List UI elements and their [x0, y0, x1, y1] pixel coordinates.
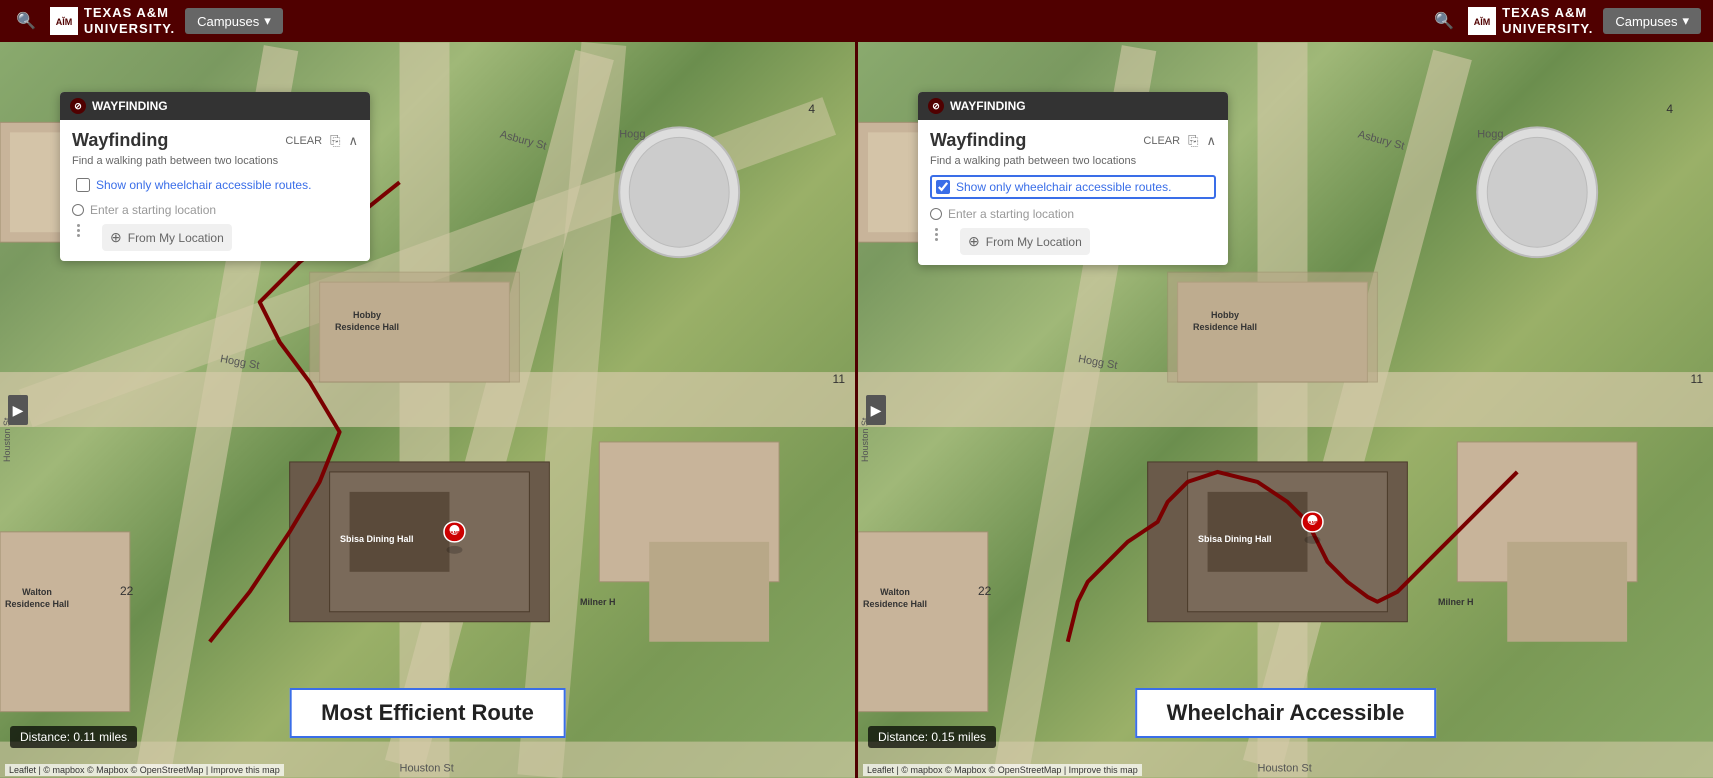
right-map-number-4: 4 — [1666, 102, 1673, 116]
right-map-number-11: 11 — [1691, 372, 1703, 386]
right-walton-label: WaltonResidence Hall — [863, 587, 927, 610]
left-wayfinding-badge: WAYFINDING — [92, 99, 168, 113]
left-from-location[interactable]: ⊕ From My Location — [102, 224, 232, 251]
logo-right: AῘM TEXAS A&M UNIVERSITY. — [1468, 5, 1593, 36]
right-wf-title: Wayfinding — [930, 130, 1026, 151]
right-distance-bar: Distance: 0.15 miles — [868, 726, 996, 748]
right-checkbox-label[interactable]: Show only wheelchair accessible routes. — [956, 180, 1171, 194]
left-wf-subtitle: Find a walking path between two location… — [72, 155, 358, 167]
tamu-text-left: TEXAS A&M UNIVERSITY. — [84, 5, 175, 36]
left-sbisa-label: Sbisa Dining Hall — [340, 534, 414, 544]
left-attribution-text: Leaflet | © mapbox © Mapbox © OpenStreet… — [9, 765, 280, 775]
right-attribution-text: Leaflet | © mapbox © Mapbox © OpenStreet… — [867, 765, 1138, 775]
maps-container: TAMU Asbury St Hogg St Hogg Houston St H… — [0, 42, 1713, 778]
campuses-button-left[interactable]: Campuses ▾ — [185, 8, 283, 34]
left-clear-button[interactable]: CLEAR — [285, 135, 322, 147]
svg-text:AῘM: AῘM — [1474, 17, 1491, 27]
right-map-nav-arrow[interactable]: ▶ — [866, 395, 886, 425]
right-checkbox-row: Show only wheelchair accessible routes. — [930, 175, 1216, 199]
right-milner-label: Milner H — [1438, 597, 1474, 607]
left-wheelchair-checkbox[interactable] — [76, 178, 90, 192]
left-wf-dots — [77, 224, 80, 237]
left-map-nav-arrow[interactable]: ▶ — [8, 395, 28, 425]
right-nav-icon: ⊘ — [928, 98, 944, 114]
campuses-button-right[interactable]: Campuses ▾ — [1603, 8, 1701, 34]
left-caption-text: Most Efficient Route — [321, 700, 534, 725]
left-title-row: Wayfinding CLEAR ⎘ ∧ — [72, 130, 358, 151]
right-title-row: Wayfinding CLEAR ⎘ ∧ — [930, 130, 1216, 151]
tamu-text-right: TEXAS A&M UNIVERSITY. — [1502, 5, 1593, 36]
search-button-left[interactable]: 🔍 — [12, 7, 40, 35]
right-hobby-label: HobbyResidence Hall — [1193, 310, 1257, 333]
right-wf-dots — [935, 228, 938, 241]
logo-left: AῘM TEXAS A&M UNIVERSITY. — [50, 5, 175, 36]
left-caption-box: Most Efficient Route — [289, 688, 566, 738]
right-attribution: Leaflet | © mapbox © Mapbox © OpenStreet… — [863, 764, 1142, 776]
left-walton-label: WaltonResidence Hall — [5, 587, 69, 610]
left-map-number-4: 4 — [808, 102, 815, 116]
right-wayfinding-panel: ⊘ WAYFINDING Wayfinding CLEAR ⎘ ∧ Find a… — [918, 92, 1228, 265]
left-collapse-icon[interactable]: ∧ — [348, 133, 358, 149]
right-wheelchair-checkbox[interactable] — [936, 180, 950, 194]
right-clear-button[interactable]: CLEAR — [1143, 135, 1180, 147]
right-wayfinding-header: ⊘ WAYFINDING — [918, 92, 1228, 120]
right-from-location[interactable]: ⊕ From My Location — [960, 228, 1090, 255]
top-navigation-bar: 🔍 AῘM TEXAS A&M UNIVERSITY. Campuses ▾ 🔍… — [0, 0, 1713, 42]
right-distance-text: Distance: 0.15 miles — [878, 730, 986, 744]
right-wayfinding-badge: WAYFINDING — [950, 99, 1026, 113]
left-map-number-22: 22 — [120, 584, 133, 598]
search-button-right[interactable]: 🔍 — [1430, 7, 1458, 35]
left-location-inputs: Enter a starting location ⊕ From My Loca… — [72, 203, 358, 251]
left-attribution: Leaflet | © mapbox © Mapbox © OpenStreet… — [5, 764, 284, 776]
left-wf-title: Wayfinding — [72, 130, 168, 151]
left-map-panel[interactable]: TAMU Asbury St Hogg St Hogg Houston St H… — [0, 42, 855, 778]
right-location-inputs: Enter a starting location ⊕ From My Loca… — [930, 207, 1216, 255]
left-location-radio[interactable] — [72, 204, 84, 216]
right-collapse-icon[interactable]: ∧ — [1206, 133, 1216, 149]
left-checkbox-label[interactable]: Show only wheelchair accessible routes. — [96, 178, 311, 192]
left-location-pin-icon: ⊕ — [110, 229, 122, 246]
left-wf-controls: CLEAR ⎘ ∧ — [285, 133, 358, 149]
left-distance-bar: Distance: 0.11 miles — [10, 726, 137, 748]
right-wf-subtitle: Find a walking path between two location… — [930, 155, 1216, 167]
right-wayfinding-body: Wayfinding CLEAR ⎘ ∧ Find a walking path… — [918, 120, 1228, 265]
left-distance-text: Distance: 0.11 miles — [20, 730, 127, 744]
right-caption-box: Wheelchair Accessible — [1135, 688, 1437, 738]
right-map-panel[interactable]: TAMU Asbury St Hogg St Hogg Houston St H… — [858, 42, 1713, 778]
right-sbisa-label: Sbisa Dining Hall — [1198, 534, 1272, 544]
left-share-icon[interactable]: ⎘ — [330, 133, 340, 149]
tamu-emblem-right: AῘM — [1468, 7, 1496, 35]
left-hobby-label: HobbyResidence Hall — [335, 310, 399, 333]
tamu-emblem-left: AῘM — [50, 7, 78, 35]
right-location-pin-icon: ⊕ — [968, 233, 980, 250]
left-from-location-label: From My Location — [128, 231, 224, 245]
left-nav-icon: ⊘ — [70, 98, 86, 114]
left-radio-row: Enter a starting location — [72, 203, 358, 217]
left-wayfinding-body: Wayfinding CLEAR ⎘ ∧ Find a walking path… — [60, 120, 370, 261]
left-wayfinding-panel: ⊘ WAYFINDING Wayfinding CLEAR ⎘ ∧ Find a… — [60, 92, 370, 261]
left-milner-label: Milner H — [580, 597, 616, 607]
right-share-icon[interactable]: ⎘ — [1188, 133, 1198, 149]
right-radio-label: Enter a starting location — [948, 207, 1074, 221]
left-checkbox-row: Show only wheelchair accessible routes. — [72, 175, 358, 195]
left-radio-label: Enter a starting location — [90, 203, 216, 217]
svg-text:AῘM: AῘM — [56, 17, 73, 27]
right-radio-row: Enter a starting location — [930, 207, 1216, 221]
left-wayfinding-header: ⊘ WAYFINDING — [60, 92, 370, 120]
left-map-number-11: 11 — [833, 372, 845, 386]
right-map-number-22: 22 — [978, 584, 991, 598]
right-wf-controls: CLEAR ⎘ ∧ — [1143, 133, 1216, 149]
right-from-location-label: From My Location — [986, 235, 1082, 249]
right-location-radio[interactable] — [930, 208, 942, 220]
right-caption-text: Wheelchair Accessible — [1167, 700, 1405, 725]
